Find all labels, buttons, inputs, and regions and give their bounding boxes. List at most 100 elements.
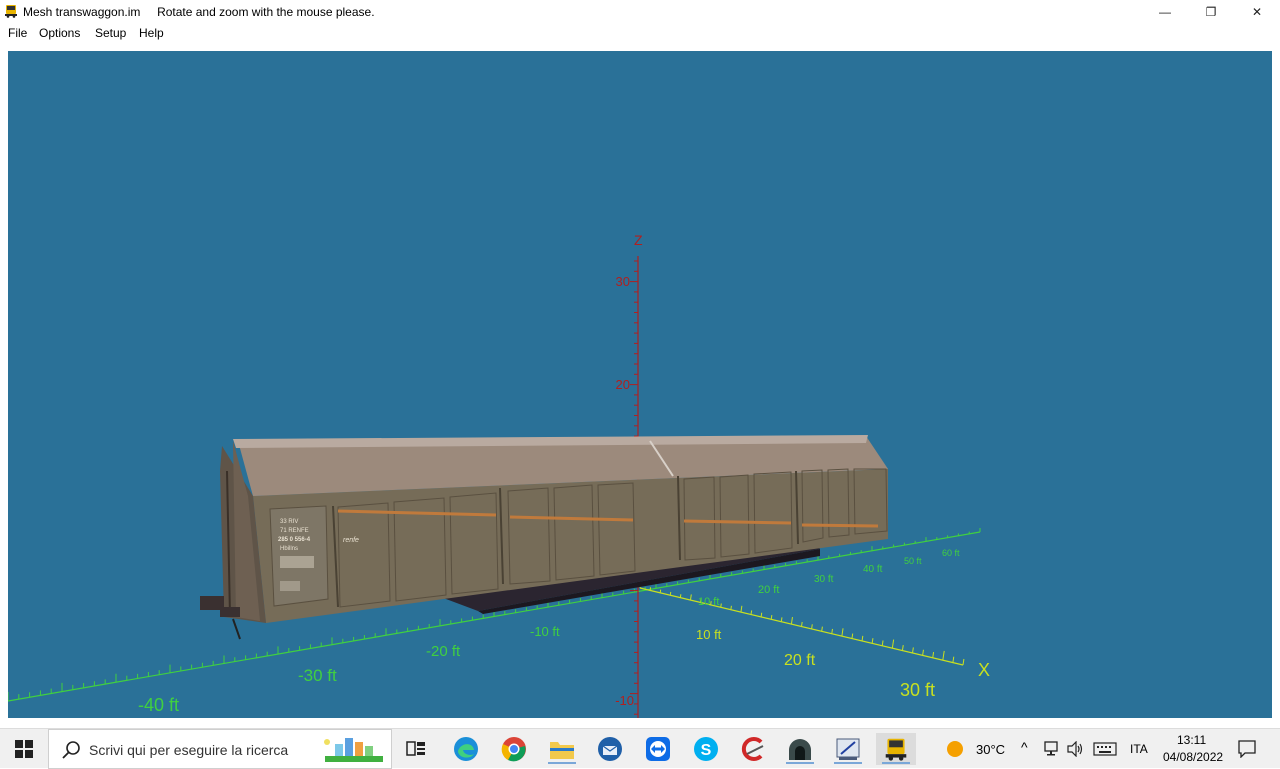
sun-weather-icon[interactable]	[946, 740, 964, 758]
teamviewer-icon	[645, 736, 671, 762]
keyboard-icon[interactable]	[1093, 742, 1117, 756]
x-axis-tick	[751, 610, 752, 614]
weather-temperature[interactable]: 30°C	[976, 742, 1005, 757]
x-axis-tick	[741, 606, 742, 612]
truck-app-taskbar-icon	[884, 737, 908, 761]
wagon-lettering-line-3: 285 0 556-4	[278, 537, 311, 543]
x-axis-tick	[862, 636, 863, 641]
svg-text:S: S	[701, 742, 712, 759]
x-axis-label: X	[978, 660, 990, 680]
x-axis-tick	[802, 622, 803, 627]
y-tick-label-neg30: -30 ft	[298, 666, 337, 685]
title-bar: Mesh transwaggon.im Rotate and zoom with…	[0, 0, 1280, 23]
x-axis-tick	[731, 606, 732, 610]
network-icon[interactable]	[1044, 741, 1062, 757]
chevron-up-icon[interactable]: ^	[1021, 739, 1028, 755]
x-axis-tick	[872, 638, 873, 643]
x-axis-tick	[943, 651, 944, 660]
taskbar-teamviewer[interactable]	[638, 733, 678, 765]
x-tick-label-30: 30 ft	[900, 680, 935, 700]
taskbar-mesh-editor[interactable]	[828, 733, 868, 765]
mesh-viewport[interactable]: 33 RIV 71 RENFE 285 0 556-4 Hbillns renf…	[8, 51, 1272, 718]
menu-help[interactable]: Help	[139, 26, 164, 40]
edge-browser-icon	[453, 736, 479, 762]
speaker-volume-icon[interactable]	[1067, 741, 1085, 757]
x-axis-tick	[680, 594, 681, 597]
clock-date[interactable]: 04/08/2022	[1163, 750, 1223, 764]
x-axis-tick	[923, 650, 924, 656]
search-placeholder: Scrivi qui per eseguire la ricerca	[89, 742, 288, 758]
x-tick-label-10: 10 ft	[696, 627, 722, 642]
menu-options[interactable]: Options	[39, 26, 80, 40]
taskbar-tunnel-app[interactable]	[780, 733, 820, 765]
x-axis-tick	[781, 617, 782, 621]
x-axis-tick	[953, 657, 954, 663]
window-title: Mesh transwaggon.im Rotate and zoom with…	[23, 5, 375, 19]
taskbar-thunderbird[interactable]	[590, 733, 630, 765]
menu-file[interactable]: File	[8, 26, 27, 40]
chrome-browser-icon	[501, 736, 527, 762]
y-tick-label-neg10: -10 ft	[530, 624, 560, 639]
minimize-button[interactable]: —	[1142, 0, 1188, 23]
x-axis-tick	[822, 627, 823, 632]
clock-time[interactable]: 13:11	[1177, 733, 1206, 747]
tunnel-app-icon	[787, 736, 813, 762]
x-axis-tick	[812, 624, 813, 629]
wagon-brand-logo: renfe	[343, 537, 359, 544]
x-axis-tick	[761, 613, 762, 617]
y-tick-label-60: 60 ft	[942, 548, 960, 558]
task-view-button[interactable]	[396, 733, 436, 765]
task-view-icon	[406, 740, 426, 758]
x-tick-label-20: 20 ft	[784, 652, 816, 669]
x-axis-tick	[882, 641, 883, 646]
start-button[interactable]	[4, 733, 44, 765]
z-tick-label-neg10: -10	[615, 693, 634, 708]
menu-bar: File Options Setup Help	[0, 23, 1280, 42]
y-tick-label-neg40: -40 ft	[138, 695, 179, 715]
folder-icon	[549, 738, 575, 760]
restore-button[interactable]: ❐	[1188, 0, 1234, 23]
wagon-lettering-line-2: 71 RENFE	[280, 528, 309, 534]
wagon-lettering-line-4: Hbillns	[280, 546, 298, 552]
x-axis-tick	[933, 652, 934, 658]
y-tick-label-neg20: -20 ft	[426, 643, 461, 660]
mesh-editor-icon	[835, 736, 861, 762]
x-axis-tick	[842, 628, 843, 636]
z-tick-label-30: 30	[616, 274, 630, 289]
input-language[interactable]: ITA	[1130, 742, 1148, 756]
x-axis-tick	[963, 659, 964, 665]
search-icon	[61, 740, 81, 760]
taskbar-file-explorer[interactable]	[542, 733, 582, 765]
ccleaner-icon	[741, 736, 767, 762]
y-tick-label-10: 10 ft	[698, 596, 719, 608]
skype-icon: S	[693, 736, 719, 762]
menu-setup[interactable]: Setup	[95, 26, 126, 40]
taskbar-chrome[interactable]	[494, 733, 534, 765]
x-axis-tick	[832, 629, 833, 634]
x-axis-tick	[913, 647, 914, 653]
x-axis-tick	[690, 594, 691, 600]
x-axis-tick	[902, 645, 903, 650]
taskbar-edge[interactable]	[446, 733, 486, 765]
y-tick-label-50: 50 ft	[904, 556, 922, 566]
y-tick-label-30: 30 ft	[814, 574, 834, 585]
taskbar-ccleaner[interactable]	[734, 733, 774, 765]
z-tick-label-20: 20	[616, 377, 630, 392]
search-highlight-city-icon	[317, 734, 391, 766]
taskbar-skype[interactable]: S	[686, 733, 726, 765]
close-button[interactable]: ✕	[1234, 0, 1280, 23]
x-axis-tick	[852, 634, 853, 639]
truck-app-icon	[4, 4, 18, 18]
x-axis-tick	[791, 617, 792, 624]
taskbar-search[interactable]: Scrivi qui per eseguire la ricerca	[48, 729, 392, 769]
y-tick-label-40: 40 ft	[863, 564, 883, 575]
y-tick-label-20: 20 ft	[758, 584, 779, 596]
z-axis-label: Z	[634, 232, 643, 248]
windows-taskbar: Scrivi qui per eseguire la ricerca	[0, 728, 1280, 768]
taskbar-truck-app[interactable]	[876, 733, 916, 765]
x-axis-tick	[771, 615, 772, 619]
x-axis-tick	[721, 604, 722, 608]
scene-canvas[interactable]: 33 RIV 71 RENFE 285 0 556-4 Hbillns renf…	[8, 51, 1272, 718]
notification-center-icon[interactable]	[1238, 740, 1256, 758]
x-axis-tick	[892, 640, 893, 649]
